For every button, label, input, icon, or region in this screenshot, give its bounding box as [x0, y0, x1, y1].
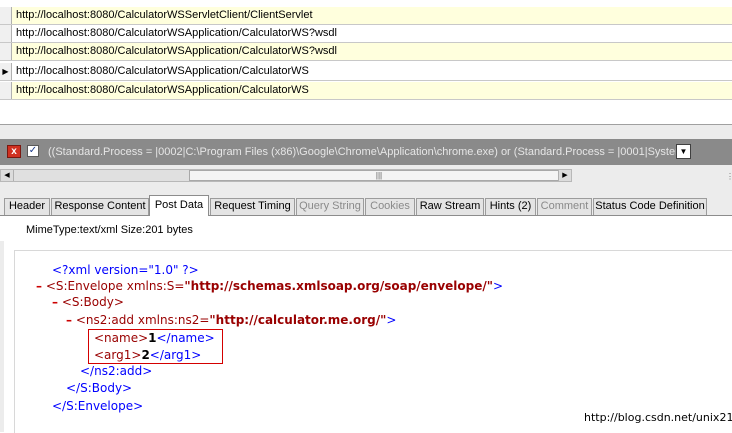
- filter-bar: x ✓ ((Standard.Process = |0002|C:\Progra…: [0, 139, 732, 165]
- session-row-selected[interactable]: ▶ http://localhost:8080/CalculatorWSAppl…: [0, 63, 732, 81]
- tab-comment[interactable]: Comment: [537, 198, 592, 215]
- tab-response-content[interactable]: Response Content: [51, 198, 149, 215]
- current-row-arrow-icon: ▶: [0, 63, 12, 80]
- inspector-tabs: Header Response Content Post Data Reques…: [0, 186, 732, 216]
- collapse-icon[interactable]: –: [36, 279, 42, 293]
- session-row[interactable]: http://localhost:8080/CalculatorWSApplic…: [0, 82, 732, 100]
- row-marker: [0, 25, 12, 42]
- xml-add-open[interactable]: – <ns2:add xmlns:ns2="http://calculator.…: [66, 312, 396, 328]
- panel-edge: [0, 216, 4, 432]
- tab-raw-stream[interactable]: Raw Stream: [416, 198, 484, 215]
- tab-cookies[interactable]: Cookies: [365, 198, 415, 215]
- watermark: http://blog.csdn.net/unix21: [584, 411, 732, 424]
- xml-body-open[interactable]: – <S:Body>: [52, 294, 124, 310]
- session-url: http://localhost:8080/CalculatorWSApplic…: [16, 45, 337, 57]
- scroll-left-icon[interactable]: ◀: [1, 170, 14, 181]
- row-marker: [0, 43, 12, 60]
- xml-declaration: <?xml version="1.0" ?>: [52, 263, 199, 277]
- clear-filter-icon[interactable]: x: [7, 145, 21, 158]
- filter-enabled-checkbox[interactable]: ✓: [27, 145, 39, 157]
- xml-envelope-close: </S:Envelope>: [52, 399, 144, 413]
- collapse-icon[interactable]: –: [66, 313, 72, 327]
- xml-arg1-element: <arg1>2</arg1>: [94, 348, 202, 362]
- tab-status-code-definition[interactable]: Status Code Definition: [593, 198, 707, 215]
- session-url: http://localhost:8080/CalculatorWSApplic…: [16, 84, 309, 96]
- session-url: http://localhost:8080/CalculatorWSApplic…: [16, 65, 309, 77]
- scrollbar-thumb[interactable]: |||: [189, 170, 569, 181]
- session-url: http://localhost:8080/CalculatorWSServle…: [16, 9, 313, 21]
- session-row[interactable]: http://localhost:8080/CalculatorWSServle…: [0, 7, 732, 25]
- mime-info: MimeType:text/xml Size:201 bytes: [26, 224, 193, 236]
- tab-request-timing[interactable]: Request Timing: [210, 198, 295, 215]
- row-marker: [0, 82, 12, 99]
- xml-body-close: </S:Body>: [66, 381, 133, 395]
- session-row[interactable]: http://localhost:8080/CalculatorWSApplic…: [0, 43, 732, 61]
- tab-hints[interactable]: Hints (2): [485, 198, 536, 215]
- xml-name-element: <name>1</name>: [94, 331, 215, 345]
- tab-post-data[interactable]: Post Data: [149, 195, 209, 216]
- row-marker: [0, 7, 12, 24]
- collapse-icon[interactable]: –: [52, 295, 58, 309]
- filter-expression[interactable]: ((Standard.Process = |0002|C:\Program Fi…: [48, 146, 692, 158]
- xml-add-close: </ns2:add>: [80, 364, 153, 378]
- tab-header[interactable]: Header: [4, 198, 50, 215]
- xml-envelope-open[interactable]: – <S:Envelope xmlns:S="http://schemas.xm…: [36, 278, 503, 294]
- session-url: http://localhost:8080/CalculatorWSApplic…: [16, 27, 337, 39]
- tab-query-string[interactable]: Query String: [296, 198, 364, 215]
- info-strip: MimeType:text/xml Size:201 bytes: [0, 216, 732, 241]
- session-row[interactable]: http://localhost:8080/CalculatorWSApplic…: [0, 25, 732, 43]
- chevron-down-icon[interactable]: ▼: [676, 144, 691, 159]
- panel-divider: [0, 125, 732, 139]
- session-list: http://localhost:8080/CalculatorWSServle…: [0, 0, 732, 125]
- splitter-grip-icon[interactable]: ⋮: [726, 172, 732, 181]
- scroll-right-icon[interactable]: ▶: [558, 170, 571, 181]
- horizontal-scrollbar[interactable]: ◀ ||| ▶: [0, 169, 572, 182]
